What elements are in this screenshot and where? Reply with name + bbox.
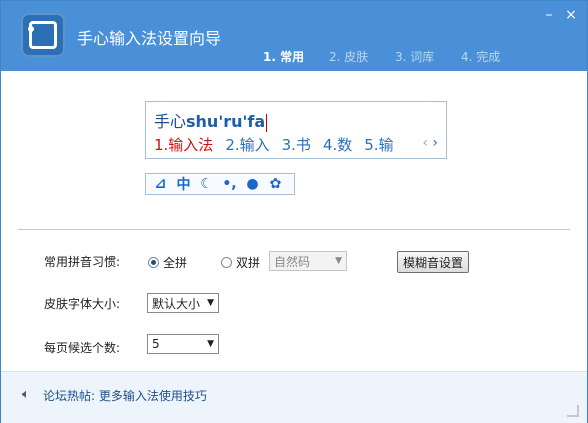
skin-font-size-select[interactable]: 默认大小 ▼ [147,293,219,313]
forum-tip: 论坛热帖: 更多输入法使用技巧 [43,387,207,404]
window-title: 手心输入法设置向导 [77,29,222,48]
chevron-down-icon: ▼ [335,256,342,266]
moon-icon: ☾ [200,176,213,192]
radio-selected-icon [148,257,159,268]
punctuation-icon: •, [222,176,237,192]
resize-grip-icon[interactable] [567,405,579,417]
step-common[interactable]: 1. 常用 [263,48,329,65]
double-pinyin-radio[interactable]: 双拼 [221,254,260,271]
app-logo-icon [21,13,65,57]
chinese-mode-icon: 中 [176,177,191,193]
pinyin-text: shu'ru'fa [186,112,266,131]
candidate-4: 4.数 [322,136,353,154]
next-page-icon: › [432,135,438,151]
candidate-list: 1.输入法 2.输入 3.书 4.数 5.输 [154,134,394,155]
logo-icon: ⊿ [154,176,167,192]
prev-page-icon: ‹ [422,135,428,151]
step-finish[interactable]: 4. 完成 [461,48,527,65]
pinyin-habit-label: 常用拼音习惯: [44,255,121,269]
candidates-value: 5 [152,337,160,351]
forum-link[interactable]: 更多输入法使用技巧 [99,389,207,403]
font-size-value: 默认大小 [152,296,201,311]
candidate-1: 1.输入法 [154,136,214,154]
chevron-down-icon: ▼ [207,339,214,349]
text-caret [266,113,268,132]
step-skin[interactable]: 2. 皮肤 [329,48,395,65]
fuzzy-pinyin-settings-button[interactable]: 模糊音设置 [397,251,469,273]
double-pinyin-label: 双拼 [236,256,261,270]
divider [18,229,570,230]
candidate-2: 2.输入 [225,136,270,154]
double-pinyin-scheme-select[interactable]: 自然码 ▼ [269,251,347,271]
scheme-value: 自然码 [274,254,311,269]
close-button[interactable]: × [563,7,579,23]
minimize-button[interactable]: – [541,7,557,23]
chevron-down-icon: ▼ [207,298,214,308]
radio-unselected-icon [221,257,232,268]
speaker-icon: 🔈︎ [22,387,30,402]
candidate-3: 3.书 [281,136,311,154]
status-toolbar-preview: ⊿ 中 ☾ •, ● ✿ [145,173,295,195]
gear-icon: ✿ [269,176,282,192]
header-bar: 手心输入法设置向导 – × 1. 常用 2. 皮肤 3. 词库 4. 完成 [1,1,587,71]
full-pinyin-radio[interactable]: 全拼 [148,254,187,271]
step-dictionary[interactable]: 3. 词库 [395,48,461,65]
candidates-per-page-select[interactable]: 5 ▼ [147,334,219,354]
candidates-per-page-label: 每页候选个数: [44,341,121,355]
user-icon: ● [246,176,259,192]
composition-line: 手心shu'ru'fa [154,108,268,132]
footer-bar: 🔈︎ 论坛热帖: 更多输入法使用技巧 [1,371,587,423]
setup-wizard-window: 手心输入法设置向导 – × 1. 常用 2. 皮肤 3. 词库 4. 完成 手心… [0,0,588,423]
wizard-steps: 1. 常用 2. 皮肤 3. 词库 4. 完成 [263,48,527,65]
skin-font-size-label: 皮肤字体大小: [44,297,121,311]
candidate-5: 5.输 [364,136,394,154]
full-pinyin-label: 全拼 [163,256,188,270]
page-arrows: ‹ › [422,135,438,151]
candidate-preview: 手心shu'ru'fa 1.输入法 2.输入 3.书 4.数 5.输 ‹ › [145,101,447,159]
forum-label: 论坛热帖: [43,389,96,403]
typed-text: 手心 [154,112,187,131]
